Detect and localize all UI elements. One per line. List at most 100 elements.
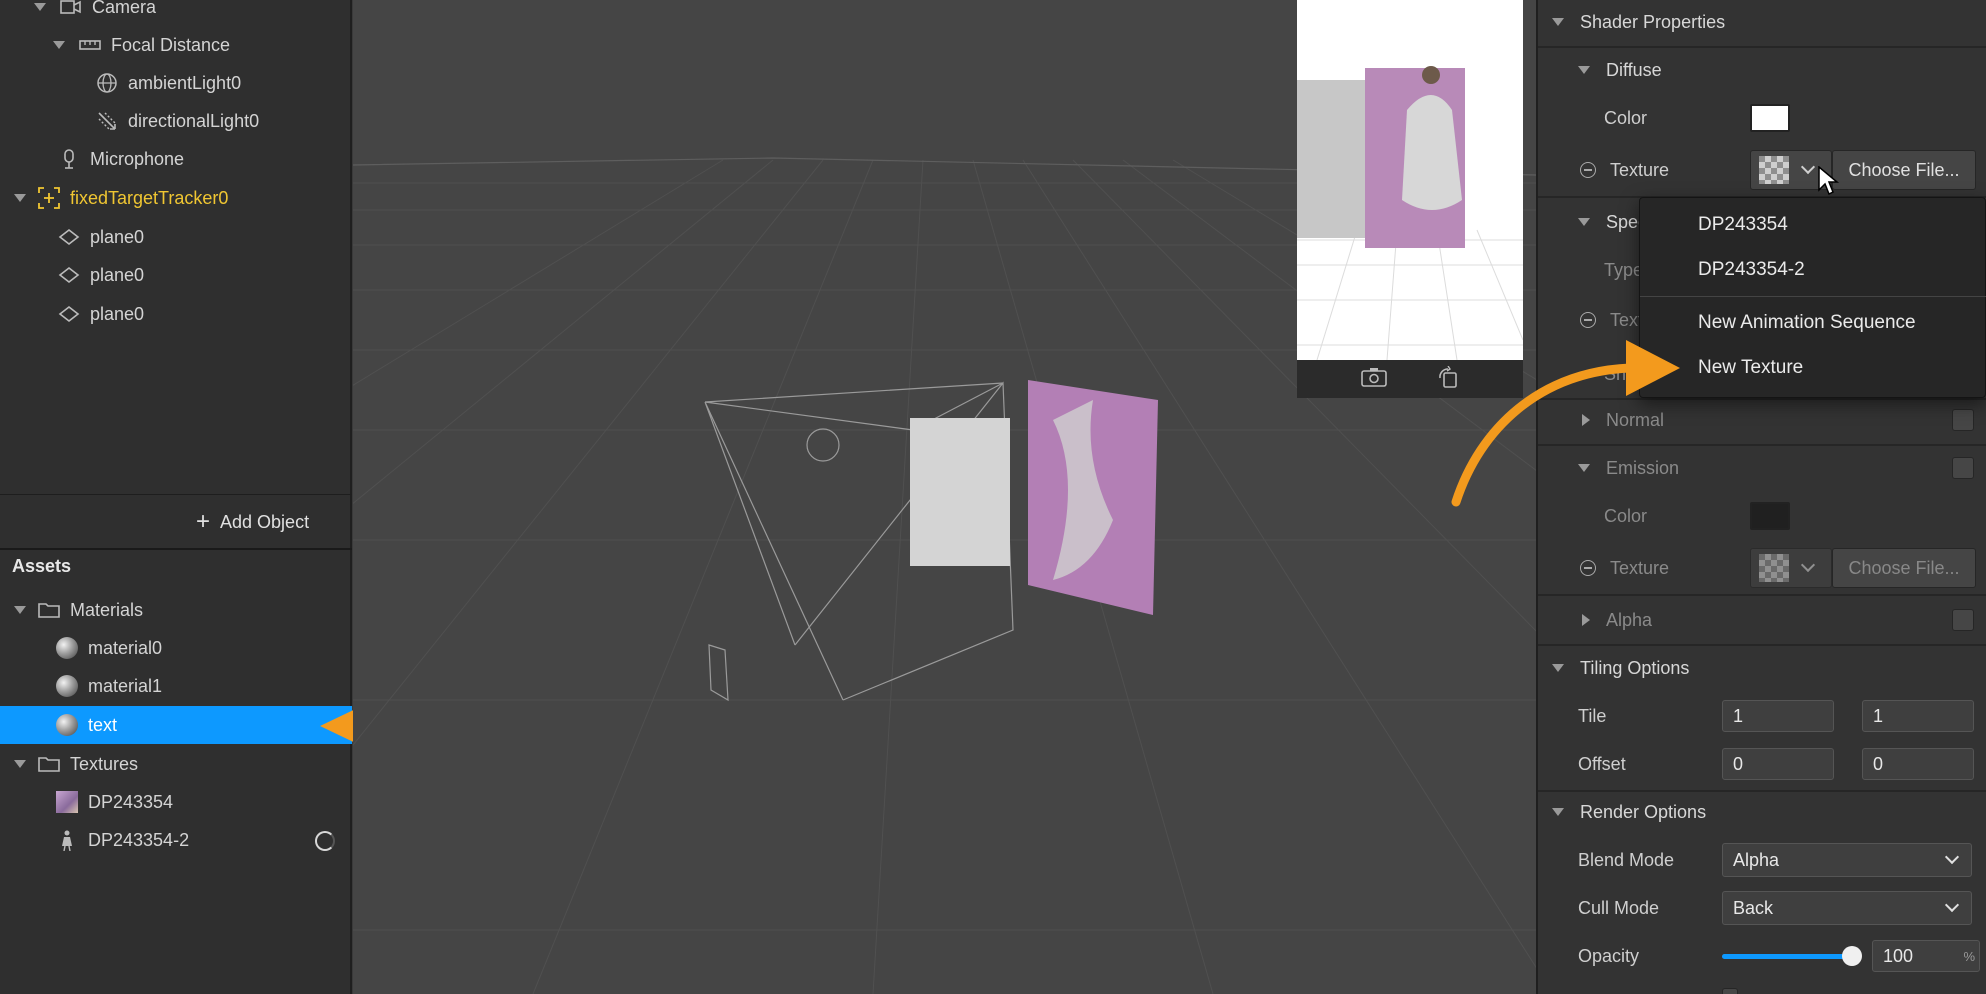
menu-divider — [1640, 296, 1986, 297]
tree-item-camera[interactable]: Camera — [34, 0, 156, 26]
blend-mode-select[interactable]: Alpha — [1722, 843, 1972, 877]
tree-item-plane[interactable]: plane0 — [58, 218, 144, 256]
plus-icon: + — [196, 508, 211, 535]
link-icon[interactable] — [1580, 162, 1596, 178]
section-title: Alpha — [1606, 609, 1653, 630]
material-item[interactable]: material1 — [56, 667, 162, 705]
section-tiling-options[interactable]: Tiling Options — [1538, 648, 1986, 688]
material-sphere-icon — [56, 714, 78, 736]
collapse-arrow-icon[interactable] — [34, 3, 46, 11]
opacity-unit: % — [1963, 948, 1975, 964]
camera-switch-icon[interactable] — [1361, 366, 1387, 393]
emission-enable-checkbox[interactable] — [1952, 457, 1974, 479]
tree-item-plane[interactable]: plane0 — [58, 295, 144, 333]
opacity-value: 100 — [1883, 945, 1914, 966]
tree-item-target-tracker[interactable]: fixedTargetTracker0 — [14, 179, 228, 217]
section-render-options[interactable]: Render Options — [1538, 792, 1986, 832]
tile-y-input[interactable]: 1 — [1862, 700, 1974, 732]
folder-icon — [38, 599, 60, 621]
collapse-arrow-icon[interactable] — [53, 41, 65, 49]
partial-checkbox[interactable] — [1722, 988, 1738, 994]
tree-item-label: fixedTargetTracker0 — [70, 187, 229, 208]
plane-icon — [58, 226, 80, 248]
tree-item-label: plane0 — [90, 226, 145, 247]
collapse-arrow-icon[interactable] — [1552, 664, 1564, 672]
opacity-slider-handle[interactable] — [1842, 946, 1862, 966]
collapse-arrow-icon[interactable] — [1578, 218, 1590, 226]
plane-object[interactable] — [910, 418, 1010, 566]
field-label: Cull Mode — [1578, 897, 1660, 918]
collapse-arrow-icon[interactable] — [1578, 66, 1590, 74]
material-item[interactable]: material0 — [56, 629, 162, 667]
field-label: Tile — [1578, 705, 1607, 726]
folder-icon — [38, 753, 60, 775]
field-label: Offset — [1578, 753, 1626, 774]
diffuse-color-swatch[interactable] — [1750, 104, 1790, 132]
section-title: Shader Properties — [1580, 11, 1726, 32]
normal-enable-checkbox[interactable] — [1952, 409, 1974, 431]
plane-icon — [58, 303, 80, 325]
menu-item-new-animation-sequence[interactable]: New Animation Sequence — [1698, 312, 1916, 334]
collapse-arrow-icon[interactable] — [14, 606, 26, 614]
offset-x-input[interactable]: 0 — [1722, 748, 1834, 780]
menu-item-new-texture[interactable]: New Texture — [1698, 357, 1803, 379]
alpha-enable-checkbox[interactable] — [1952, 609, 1974, 631]
emission-color-swatch[interactable] — [1750, 502, 1790, 530]
add-object-button[interactable]: + Add Object — [196, 508, 309, 536]
collapse-arrow-icon[interactable] — [1552, 808, 1564, 816]
material-sphere-icon — [56, 637, 78, 659]
link-icon[interactable] — [1580, 312, 1596, 328]
material-label: material1 — [88, 675, 163, 696]
texture-label: DP243354 — [88, 791, 174, 812]
scene-panel: Camera Focal Distance ambientLight0 dire… — [0, 0, 441, 994]
folder-label: Textures — [70, 753, 139, 774]
section-shader-properties[interactable]: Shader Properties — [1538, 2, 1986, 42]
folder-textures[interactable]: Textures — [14, 745, 138, 783]
emission-texture-dropdown[interactable] — [1750, 548, 1832, 588]
tree-item-microphone[interactable]: Microphone — [58, 140, 184, 178]
preview-render — [1297, 0, 1523, 361]
tree-item-ambient-light[interactable]: ambientLight0 — [96, 64, 241, 102]
assets-heading: Assets — [12, 556, 72, 576]
tile-x-input[interactable]: 1 — [1722, 700, 1834, 732]
field-label: Texture — [1610, 557, 1670, 578]
collapse-arrow-icon[interactable] — [1552, 18, 1564, 26]
opacity-slider-track[interactable] — [1722, 946, 1862, 966]
tree-item-label: ambientLight0 — [128, 72, 242, 93]
texture-item[interactable]: DP243354 — [56, 783, 173, 821]
cull-mode-select[interactable]: Back — [1722, 891, 1972, 925]
tree-item-focal-distance[interactable]: Focal Distance — [53, 26, 230, 64]
texture-preview-checker — [1759, 156, 1789, 184]
collapse-arrow-icon[interactable] — [14, 760, 26, 768]
menu-item-dp243354[interactable]: DP243354 — [1698, 214, 1788, 236]
section-alpha[interactable]: Alpha — [1538, 600, 1986, 640]
opacity-input[interactable]: 100 % — [1872, 940, 1980, 972]
tree-item-plane[interactable]: plane0 — [58, 256, 144, 294]
divider — [1538, 46, 1986, 48]
texture-item[interactable]: DP243354-2 — [56, 821, 189, 859]
field-label: Type — [1604, 259, 1644, 280]
menu-item-dp243354-2[interactable]: DP243354-2 — [1698, 259, 1805, 281]
link-icon[interactable] — [1580, 560, 1596, 576]
texture-preview-checker — [1759, 554, 1789, 582]
offset-y-input[interactable]: 0 — [1862, 748, 1974, 780]
camera-icon — [60, 0, 82, 18]
collapse-arrow-icon[interactable] — [14, 194, 26, 202]
field-label: Blend Mode — [1578, 849, 1675, 870]
diffuse-choose-file-button[interactable]: Choose File... — [1832, 150, 1976, 190]
divider — [1538, 644, 1986, 646]
field-label: Color — [1604, 107, 1648, 128]
tree-item-label: Microphone — [90, 148, 185, 169]
expand-arrow-icon[interactable] — [1582, 614, 1590, 626]
chevron-down-icon — [1800, 557, 1816, 573]
section-diffuse[interactable]: Diffuse — [1538, 50, 1986, 90]
globe-icon — [96, 72, 118, 94]
directional-light-icon — [96, 110, 118, 132]
material-item-selected[interactable]: text — [56, 706, 117, 744]
person-figure-icon — [56, 829, 78, 852]
tree-item-directional-light[interactable]: directionalLight0 — [96, 102, 259, 140]
tree-item-label: plane0 — [90, 264, 145, 285]
folder-materials[interactable]: Materials — [14, 591, 143, 629]
emission-choose-file-button[interactable]: Choose File... — [1832, 548, 1976, 588]
ruler-icon — [79, 34, 101, 56]
